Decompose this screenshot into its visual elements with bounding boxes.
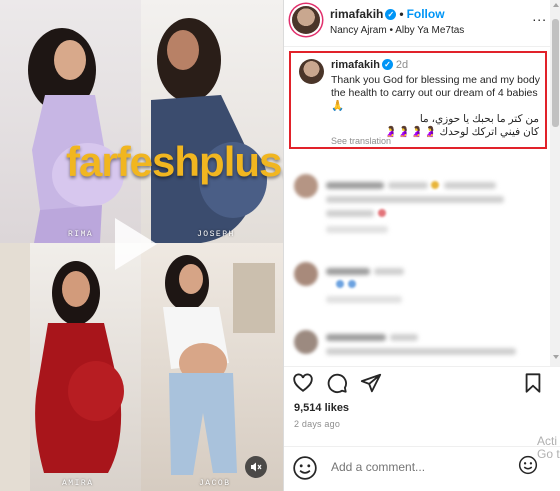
bookmark-icon[interactable] xyxy=(522,372,544,394)
header-divider xyxy=(284,46,560,47)
photo-amira: AMIRA xyxy=(0,243,141,491)
caption-username[interactable]: rimafakih xyxy=(331,59,380,71)
comments-scrollbar[interactable] xyxy=(550,0,560,366)
actions-divider xyxy=(284,366,560,367)
share-icon[interactable] xyxy=(360,372,382,394)
caption-joseph: JOSEPH xyxy=(197,230,235,239)
avatar[interactable] xyxy=(292,6,320,34)
post-actions xyxy=(284,370,549,398)
scroll-up-icon[interactable] xyxy=(553,3,559,7)
comment-item xyxy=(284,258,549,308)
caption-rima: RIMA xyxy=(68,230,94,239)
post-media[interactable]: RIMA JOSEPH AMIRA JACOB farfeshplus xyxy=(0,0,283,491)
scroll-down-icon[interactable] xyxy=(553,355,559,359)
add-comment-bar xyxy=(284,446,550,491)
caption-amira: AMIRA xyxy=(62,479,94,488)
comment-avatar[interactable] xyxy=(294,330,318,354)
caption-arabic-line-1: من كتر ما بحبك يا حوزي، ما xyxy=(419,113,539,125)
follow-button[interactable]: Follow xyxy=(407,7,445,21)
photo-rima: RIMA xyxy=(0,0,141,243)
post-time: 2 days ago xyxy=(294,419,341,429)
heart-icon[interactable] xyxy=(292,372,314,394)
caption-time: 2d xyxy=(395,59,409,71)
comment-item xyxy=(284,326,549,366)
like-count[interactable]: 9,514 likes xyxy=(294,402,349,414)
post-panel: rimafakih ✓ • Follow Nancy Ajram • Alby Ya … xyxy=(283,0,560,491)
caption-jacob: JACOB xyxy=(199,479,231,488)
scroll-thumb[interactable] xyxy=(552,19,559,127)
watermark: farfeshplus.com xyxy=(66,138,283,185)
emoji-icon[interactable] xyxy=(292,455,318,481)
verified-icon: ✓ xyxy=(385,9,397,20)
comment-item xyxy=(284,168,549,238)
audio-label[interactable]: Nancy Ajram • Alby Ya Me7tas xyxy=(330,25,464,36)
header-username[interactable]: rimafakih xyxy=(330,7,383,21)
add-comment-input[interactable] xyxy=(331,460,511,474)
caption-avatar[interactable] xyxy=(299,59,324,84)
post-header: rimafakih ✓ • Follow Nancy Ajram • Alby Ya … xyxy=(284,0,560,46)
play-icon[interactable] xyxy=(115,218,157,270)
activate-windows-watermark: Acti Go t xyxy=(537,434,560,461)
caption-text: Thank you God for blessing me and my bod… xyxy=(331,74,540,112)
comment-avatar[interactable] xyxy=(294,174,318,198)
verified-icon: ✓ xyxy=(381,59,393,70)
comment-avatar[interactable] xyxy=(294,262,318,286)
post-caption: rimafakih ✓ 2d Thank you God for blessing … xyxy=(289,51,547,149)
speaker-muted-icon[interactable] xyxy=(245,456,267,478)
photo-jacob: JACOB xyxy=(141,243,283,491)
see-translation-link[interactable]: See translation xyxy=(331,136,391,146)
comment-icon[interactable] xyxy=(326,372,348,394)
more-options-icon[interactable]: ... xyxy=(532,8,547,24)
photo-joseph: JOSEPH xyxy=(141,0,283,243)
